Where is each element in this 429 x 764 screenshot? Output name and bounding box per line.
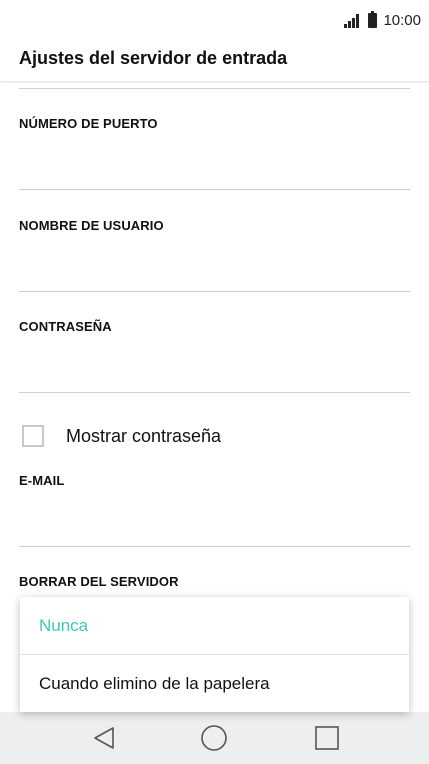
delete-from-server-label: BORRAR DEL SERVIDOR bbox=[19, 574, 179, 589]
navigation-bar bbox=[0, 712, 429, 764]
recents-icon[interactable] bbox=[311, 722, 343, 754]
app-bar: Ajustes del servidor de entrada bbox=[0, 36, 429, 82]
password-label: CONTRASEÑA bbox=[19, 319, 112, 334]
port-number-label: NÚMERO DE PUERTO bbox=[19, 116, 158, 131]
email-label: E-MAIL bbox=[19, 473, 65, 488]
option-never[interactable]: Nunca bbox=[20, 597, 409, 654]
password-input[interactable] bbox=[19, 349, 410, 393]
delete-from-server-options: Nunca Cuando elimino de la papelera bbox=[20, 597, 409, 712]
status-time: 10:00 bbox=[383, 12, 421, 29]
divider bbox=[19, 88, 410, 89]
back-icon[interactable] bbox=[88, 722, 120, 754]
port-number-input[interactable] bbox=[19, 146, 410, 190]
status-indicators: 10:00 bbox=[344, 11, 421, 29]
home-icon[interactable] bbox=[198, 722, 230, 754]
option-when-trash-deleted[interactable]: Cuando elimino de la papelera bbox=[20, 655, 409, 712]
page-title: Ajustes del servidor de entrada bbox=[19, 48, 288, 68]
email-input[interactable] bbox=[19, 503, 410, 547]
battery-icon bbox=[368, 11, 378, 28]
signal-icon bbox=[344, 13, 362, 28]
username-label: NOMBRE DE USUARIO bbox=[19, 218, 164, 233]
username-input[interactable] bbox=[19, 248, 410, 292]
show-password-row[interactable]: Mostrar contraseña bbox=[22, 425, 221, 447]
show-password-label: Mostrar contraseña bbox=[66, 425, 222, 446]
status-bar: 10:00 bbox=[0, 0, 429, 36]
show-password-checkbox[interactable] bbox=[22, 425, 44, 447]
